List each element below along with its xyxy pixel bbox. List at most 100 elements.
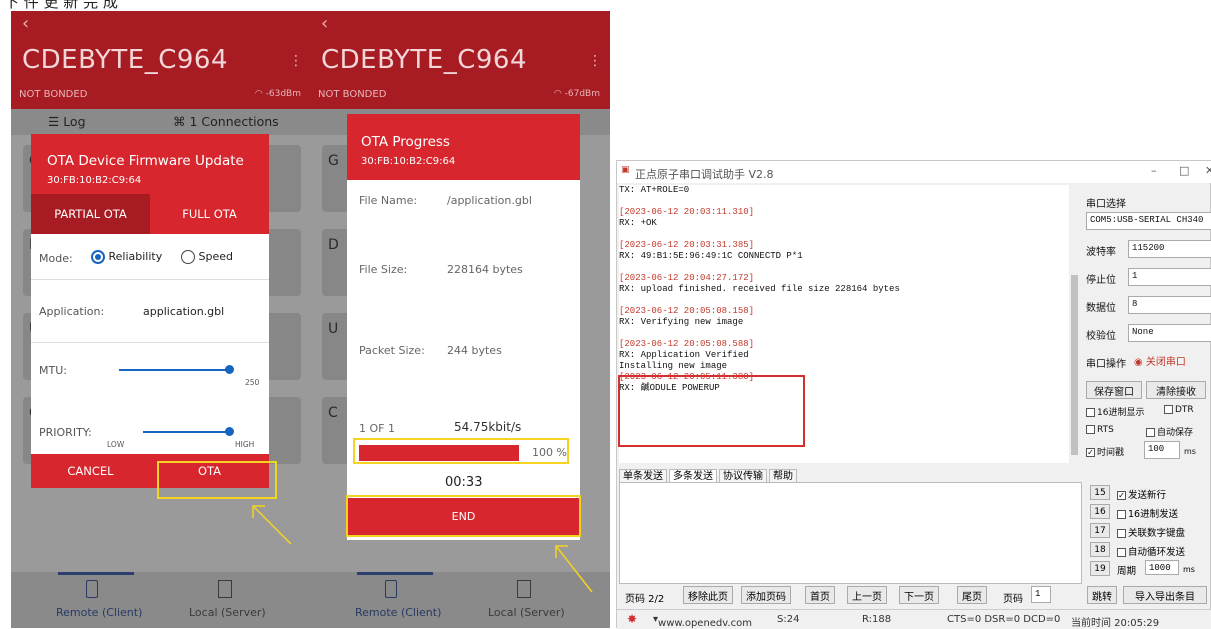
window-titlebar: ▣ 正点原子串口调试助手 V2.8 – □ ✕ <box>617 161 1211 183</box>
operation-label: 串口操作 <box>1086 359 1126 370</box>
more-menu-icon[interactable]: ⋮ <box>588 53 602 69</box>
log-line: [2023-06-12 20:03:11.310] <box>619 207 755 217</box>
page-nav: 页码 2/2 移除此页 添加页码 首页 上一页 下一页 尾页 页码 1 跳转 导… <box>617 584 1211 608</box>
timestamp-checkbox[interactable]: ✓ 时间戳 <box>1086 445 1124 458</box>
progress-highlight-box <box>353 438 569 464</box>
bond-status: NOT BONDED <box>19 89 88 100</box>
remote-client-tab[interactable]: Remote (Client) <box>56 606 142 619</box>
last-page-button[interactable]: 尾页 <box>957 586 987 604</box>
ota-dialog: OTA Device Firmware Update 30:FB:10:B2:C… <box>31 134 269 488</box>
rssi-value: ◠ -67dBm <box>553 89 600 99</box>
send-slot-button[interactable]: 18 <box>1090 542 1110 557</box>
data-select[interactable]: 8 <box>1128 296 1211 314</box>
mtu-slider[interactable] <box>119 369 229 371</box>
period-unit: ms <box>1183 565 1195 574</box>
jump-button[interactable]: 跳转 <box>1087 586 1117 604</box>
more-menu-icon[interactable]: ⋮ <box>289 53 303 69</box>
send-slot-button[interactable]: 19 <box>1090 561 1110 576</box>
phone-icon <box>385 580 397 598</box>
page-indicator: 页码 2/2 <box>625 594 665 605</box>
file-size-value: 228164 bytes <box>447 263 523 276</box>
progress-address: 30:FB:10:B2:C9:64 <box>361 156 456 167</box>
maximize-icon[interactable]: □ <box>1179 164 1189 177</box>
data-label: 数据位 <box>1086 303 1116 314</box>
file-name-value: /application.gbl <box>447 194 532 207</box>
close-icon[interactable]: ✕ <box>1205 164 1211 177</box>
hex-display-checkbox[interactable]: 16进制显示 <box>1086 405 1144 418</box>
send-slot-button[interactable]: 15 <box>1090 485 1110 500</box>
dtr-checkbox[interactable]: DTR <box>1164 405 1194 415</box>
reliability-radio[interactable]: Reliability <box>91 250 162 264</box>
wifi-icon: ◠ <box>553 89 565 99</box>
local-server-tab[interactable]: Local (Server) <box>488 606 565 619</box>
log-line: RX: upload finished. received file size … <box>619 284 900 294</box>
full-ota-tab[interactable]: FULL OTA <box>150 194 269 234</box>
hex-send-checkbox[interactable]: 16进制发送 <box>1117 506 1178 520</box>
auto-loop-checkbox[interactable]: 自动循环发送 <box>1117 544 1185 558</box>
minimize-icon[interactable]: – <box>1151 164 1157 177</box>
current-time: 当前时间 20:05:29 <box>1071 618 1160 629</box>
close-port-button[interactable]: ◉ 关闭串口 <box>1134 353 1186 368</box>
timestamp-ms-unit: ms <box>1184 447 1196 456</box>
back-arrow-icon[interactable]: ‹ <box>22 13 29 34</box>
numpad-checkbox[interactable]: 关联数字键盘 <box>1117 525 1185 539</box>
ota-progress-dialog: OTA Progress 30:FB:10:B2:C9:64 File Name… <box>347 114 580 540</box>
add-page-button[interactable]: 添加页码 <box>741 586 791 604</box>
local-server-tab[interactable]: Local (Server) <box>189 606 266 619</box>
send-newline-checkbox[interactable]: ✓ 发送新行 <box>1117 487 1166 501</box>
back-arrow-icon[interactable]: ‹ <box>321 13 328 34</box>
server-icon <box>218 580 232 598</box>
device-name: CDEBYTE_C964 <box>22 45 228 75</box>
period-input[interactable]: 1000 <box>1145 560 1179 575</box>
remove-page-button[interactable]: 移除此页 <box>683 586 733 604</box>
clear-receive-button[interactable]: 清除接收 <box>1146 381 1206 399</box>
next-page-button[interactable]: 下一页 <box>899 586 939 604</box>
log-line: RX: Verifying new image <box>619 317 744 327</box>
first-page-button[interactable]: 首页 <box>805 586 835 604</box>
file-size-label: File Size: <box>359 263 408 276</box>
mtu-slider-thumb[interactable] <box>225 365 234 374</box>
baud-label: 波特率 <box>1086 247 1116 258</box>
import-export-button[interactable]: 导入导出条目 <box>1123 586 1207 604</box>
packet-count: 1 OF 1 <box>359 422 395 435</box>
log-scrollbar[interactable] <box>1069 185 1080 463</box>
save-window-button[interactable]: 保存窗口 <box>1086 381 1142 399</box>
website-link[interactable]: ▾ www.openedv.com <box>653 614 752 629</box>
cancel-button[interactable]: CANCEL <box>31 454 150 488</box>
log-tab[interactable]: ☰ Log <box>48 114 86 129</box>
mtu-label: MTU: <box>39 364 67 377</box>
gear-icon[interactable]: ✸ <box>627 612 637 626</box>
rssi-value: ◠ -63dBm <box>254 89 301 99</box>
device-name: CDEBYTE_C964 <box>321 45 527 75</box>
timestamp-ms-input[interactable]: 100 <box>1144 441 1180 459</box>
mode-label: Mode: <box>39 252 73 265</box>
send-area[interactable] <box>619 482 1082 584</box>
port-status-icon: ◉ <box>1134 357 1143 368</box>
priority-slider[interactable] <box>143 431 229 433</box>
send-slot-button[interactable]: 17 <box>1090 523 1110 538</box>
port-select[interactable]: COM5:USB-SERIAL CH340 <box>1086 212 1211 230</box>
page-number-input[interactable]: 1 <box>1031 586 1051 603</box>
period-label: 周期 <box>1117 566 1137 577</box>
stop-select[interactable]: 1 <box>1128 268 1211 286</box>
transfer-rate: 54.75kbit/s <box>454 420 522 434</box>
packet-size-value: 244 bytes <box>447 344 502 357</box>
speed-radio[interactable]: Speed <box>181 250 233 264</box>
prev-page-button[interactable]: 上一页 <box>847 586 887 604</box>
autosave-checkbox[interactable]: 自动保存 <box>1146 425 1193 438</box>
rts-checkbox[interactable]: RTS <box>1086 425 1114 435</box>
partial-ota-tab[interactable]: PARTIAL OTA <box>31 194 150 234</box>
baud-select[interactable]: 115200 <box>1128 240 1211 258</box>
priority-low: LOW <box>107 440 125 449</box>
priority-slider-thumb[interactable] <box>225 427 234 436</box>
nav-indicator <box>58 572 134 575</box>
connections-tab[interactable]: ⌘ 1 Connections <box>173 114 279 129</box>
elapsed-time: 00:33 <box>445 475 483 490</box>
remote-client-tab[interactable]: Remote (Client) <box>355 606 441 619</box>
parity-select[interactable]: None <box>1128 324 1211 342</box>
dialog-address: 30:FB:10:B2:C9:64 <box>47 175 142 186</box>
pointer-arrow-icon <box>555 545 593 593</box>
send-slot-button[interactable]: 16 <box>1090 504 1110 519</box>
status-bar: ✸ ▾ www.openedv.com S:24 R:188 CTS=0 DSR… <box>617 609 1211 629</box>
